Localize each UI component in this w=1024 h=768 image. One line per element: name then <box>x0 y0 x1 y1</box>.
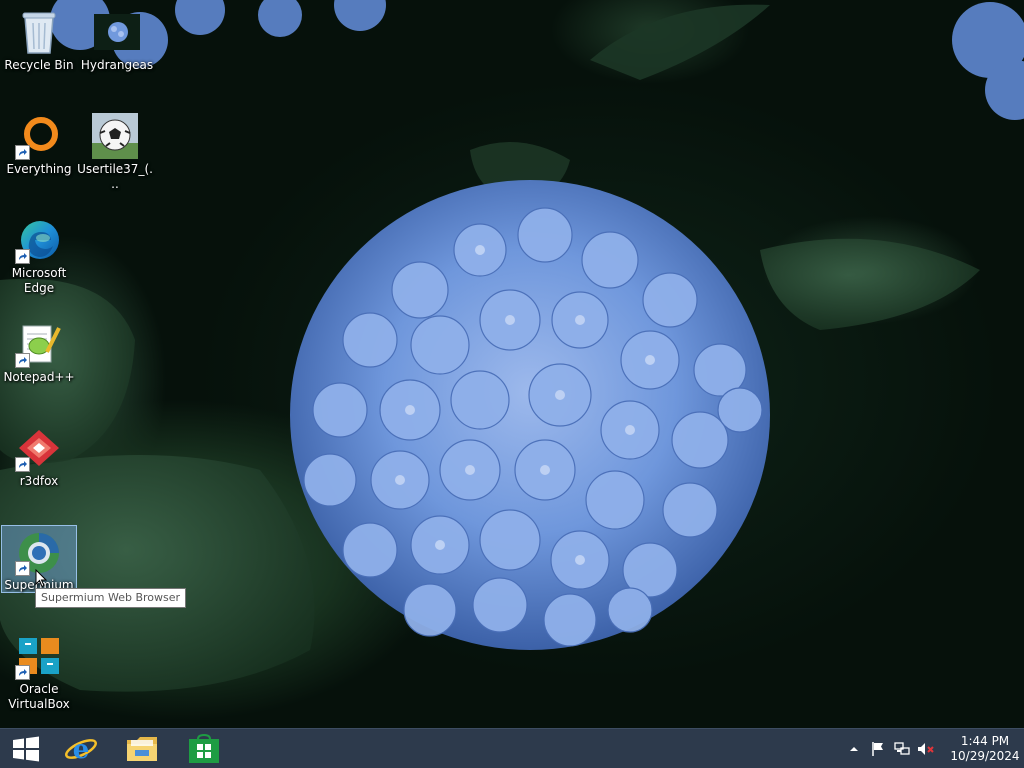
windows-logo-icon <box>13 736 39 762</box>
desktop-icon-recycle-bin[interactable]: Recycle Bin <box>1 4 77 73</box>
notepadpp-icon <box>15 320 63 368</box>
shortcut-arrow-icon <box>15 145 30 160</box>
shortcut-arrow-icon <box>15 561 30 576</box>
desktop-icon-hydrangeas[interactable]: Hydrangeas <box>79 4 155 73</box>
desktop-icon-r3dfox[interactable]: r3dfox <box>1 420 77 489</box>
show-hidden-icons-icon[interactable] <box>842 729 866 768</box>
r3dfox-icon <box>15 424 63 472</box>
clock-time: 1:44 PM <box>960 734 1010 748</box>
taskbar-store[interactable] <box>178 729 230 768</box>
recycle-bin-icon <box>15 8 63 56</box>
soccer-ball-icon <box>91 112 139 160</box>
desktop-icon-label: Notepad++ <box>3 370 75 384</box>
taskbar-internet-explorer[interactable]: e <box>55 729 107 768</box>
everything-icon <box>15 112 63 160</box>
desktop-icon-microsoft-edge[interactable]: Microsoft Edge <box>1 212 77 296</box>
desktop-icon-label: Usertile37_(... <box>77 162 153 191</box>
shortcut-arrow-icon <box>15 249 30 264</box>
mouse-cursor-icon <box>35 568 48 592</box>
start-button[interactable] <box>0 729 52 768</box>
action-center-flag-icon[interactable] <box>866 729 890 768</box>
desktop-icon-everything[interactable]: Everything <box>1 108 77 177</box>
desktop-icon-label: r3dfox <box>19 474 59 488</box>
desktop-icon-notepadpp[interactable]: Notepad++ <box>1 316 77 385</box>
hydrangea-wallpaper-art <box>0 0 1024 692</box>
desktop-icon-label: Microsoft Edge <box>11 266 67 295</box>
clock-date: 10/29/2024 <box>950 749 1020 763</box>
system-tray: 1:44 PM 10/29/2024 <box>842 729 1024 768</box>
edge-icon <box>15 216 63 264</box>
desktop-icon-label: Oracle VirtualBox <box>8 682 70 711</box>
desktop-icon-label: Hydrangeas <box>80 58 154 72</box>
shortcut-arrow-icon <box>15 353 30 368</box>
folder-icon <box>127 737 157 761</box>
desktop-icon-label: Everything <box>6 162 72 176</box>
shortcut-arrow-icon <box>15 665 30 680</box>
desktop-wallpaper <box>0 0 1024 728</box>
desktop-icon-oracle-virtualbox[interactable]: Oracle VirtualBox <box>1 628 77 712</box>
desktop-icon-usertile37[interactable]: Usertile37_(... <box>77 108 153 192</box>
shortcut-arrow-icon <box>15 457 30 472</box>
taskbar-clock[interactable]: 1:44 PM 10/29/2024 <box>946 729 1024 768</box>
taskbar-file-explorer[interactable] <box>116 729 168 768</box>
network-icon[interactable] <box>890 729 914 768</box>
desktop-icon-label: Recycle Bin <box>4 58 74 72</box>
store-icon <box>189 734 219 763</box>
volume-muted-icon[interactable] <box>914 729 938 768</box>
taskbar: e 1:44 PM 10/29/2024 <box>0 728 1024 768</box>
tooltip: Supermium Web Browser <box>35 588 187 608</box>
virtualbox-icon <box>15 632 63 680</box>
ie-icon: e <box>65 735 97 765</box>
svg-text:e: e <box>73 735 90 765</box>
image-file-icon <box>93 8 141 56</box>
